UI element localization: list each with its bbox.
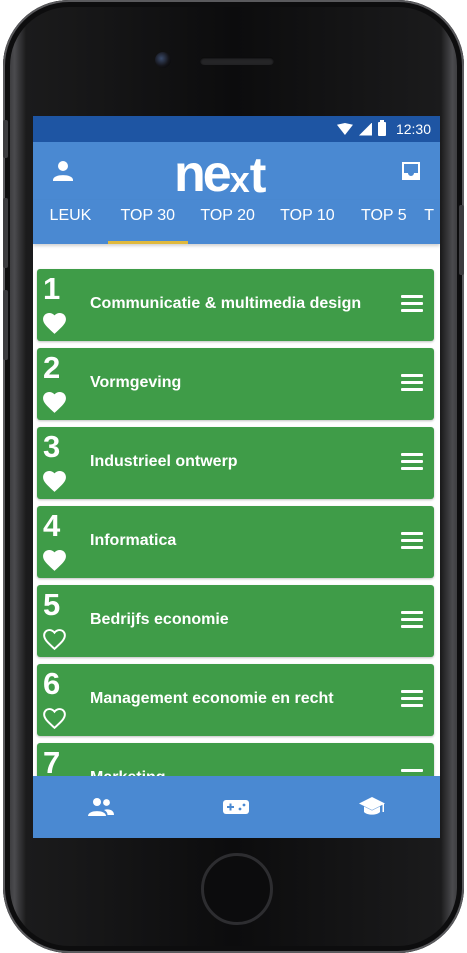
gamepad-icon xyxy=(223,800,250,814)
drag-handle-icon[interactable] xyxy=(401,295,423,313)
heart-outline-icon[interactable] xyxy=(41,706,68,730)
battery-icon xyxy=(377,120,386,136)
item-title: Bedrijfs economie xyxy=(90,611,229,628)
list-item[interactable]: 2 Vormgeving xyxy=(37,348,434,420)
list-item[interactable]: 1 Communicatie & multimedia design xyxy=(37,269,434,341)
item-title: Vormgeving xyxy=(90,374,182,391)
list-item[interactable]: 6 Management economie en recht xyxy=(37,664,434,736)
volume-down-button xyxy=(3,290,8,360)
tab-top-20[interactable]: TOP 20 xyxy=(188,200,268,244)
tab-overflow[interactable]: T xyxy=(420,200,440,244)
item-rank: 7 xyxy=(43,745,61,780)
item-rank: 4 xyxy=(43,508,61,543)
power-button xyxy=(459,205,464,275)
item-rank: 3 xyxy=(43,429,61,464)
wifi-icon xyxy=(336,123,353,135)
logo-text-ne: ne xyxy=(174,145,232,203)
tab-top-5[interactable]: TOP 5 xyxy=(347,200,420,244)
front-camera xyxy=(155,52,171,68)
bottom-navigation xyxy=(33,776,440,838)
nav-games-button[interactable] xyxy=(219,794,253,820)
mute-switch xyxy=(3,120,8,158)
phone-frame: 12:30 ne x t LEUK TOP 30 TOP 20 TOP 10 T… xyxy=(3,0,464,953)
app-bar: ne x t xyxy=(33,142,440,200)
item-title: Communicatie & multimedia design xyxy=(90,295,362,312)
tab-leuk[interactable]: LEUK xyxy=(33,200,108,244)
signal-icon xyxy=(358,122,372,136)
heart-filled-icon[interactable] xyxy=(41,469,68,493)
nav-education-button[interactable] xyxy=(355,794,389,820)
item-title: Management economie en recht xyxy=(90,690,334,707)
earpiece-speaker xyxy=(200,57,274,65)
heart-filled-icon[interactable] xyxy=(41,311,68,335)
list-item[interactable]: 3 Industrieel ontwerp xyxy=(37,427,434,499)
status-time: 12:30 xyxy=(395,121,431,137)
tab-top-10[interactable]: TOP 10 xyxy=(268,200,348,244)
heart-filled-icon[interactable] xyxy=(41,548,68,572)
logo-text-x: x xyxy=(229,159,250,200)
list-item[interactable]: 4 Informatica xyxy=(37,506,434,578)
item-rank: 5 xyxy=(43,587,61,622)
inbox-button[interactable] xyxy=(399,159,425,185)
item-rank: 2 xyxy=(43,350,61,385)
app-screen: 12:30 ne x t LEUK TOP 30 TOP 20 TOP 10 T… xyxy=(33,116,440,838)
heart-filled-icon[interactable] xyxy=(41,390,68,414)
people-icon xyxy=(87,798,114,816)
status-bar: 12:30 xyxy=(33,116,440,142)
home-button[interactable] xyxy=(201,853,273,925)
drag-handle-icon[interactable] xyxy=(401,374,423,392)
inbox-icon xyxy=(402,162,420,180)
drag-handle-icon[interactable] xyxy=(401,453,423,471)
profile-button[interactable] xyxy=(50,158,76,184)
graduation-cap-icon xyxy=(359,797,386,815)
tab-bar: LEUK TOP 30 TOP 20 TOP 10 TOP 5 T xyxy=(33,200,440,244)
item-rank: 6 xyxy=(43,666,61,701)
drag-handle-icon[interactable] xyxy=(401,611,423,629)
item-rank: 1 xyxy=(43,271,61,306)
list-item[interactable]: 5 Bedrijfs economie xyxy=(37,585,434,657)
nav-people-button[interactable] xyxy=(84,794,118,820)
person-icon xyxy=(53,161,73,181)
ranking-list: 1 Communicatie & multimedia design 2 Vor… xyxy=(37,269,434,822)
tab-top-30[interactable]: TOP 30 xyxy=(107,200,188,244)
item-title: Informatica xyxy=(90,532,177,549)
logo-text-t: t xyxy=(249,147,267,203)
drag-handle-icon[interactable] xyxy=(401,532,423,550)
heart-outline-icon[interactable] xyxy=(41,627,68,651)
volume-up-button xyxy=(3,198,8,268)
drag-handle-icon[interactable] xyxy=(401,690,423,708)
app-logo: ne x t xyxy=(174,145,267,203)
item-title: Industrieel ontwerp xyxy=(90,453,238,470)
